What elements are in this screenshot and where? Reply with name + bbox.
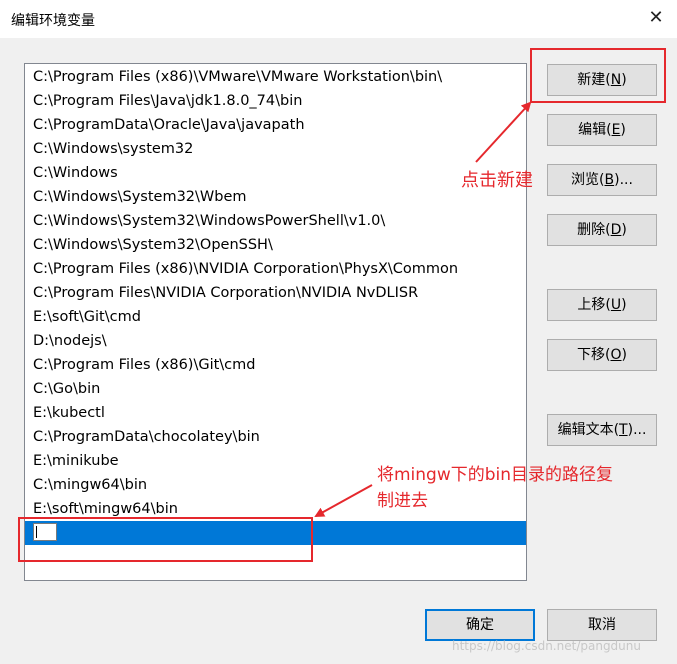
arrow-to-new-button bbox=[475, 101, 532, 163]
annotation-paste-path-line2: 制进去 bbox=[377, 491, 428, 511]
annotation-click-new: 点击新建 bbox=[461, 170, 533, 191]
annotation-arrows bbox=[314, 101, 532, 517]
annotation-paste-path-line1: 将mingw下的bin目录的路径复 bbox=[377, 465, 614, 485]
watermark: https://blog.csdn.net/pangdunu bbox=[452, 639, 641, 653]
arrow-to-new-entry bbox=[314, 484, 373, 517]
